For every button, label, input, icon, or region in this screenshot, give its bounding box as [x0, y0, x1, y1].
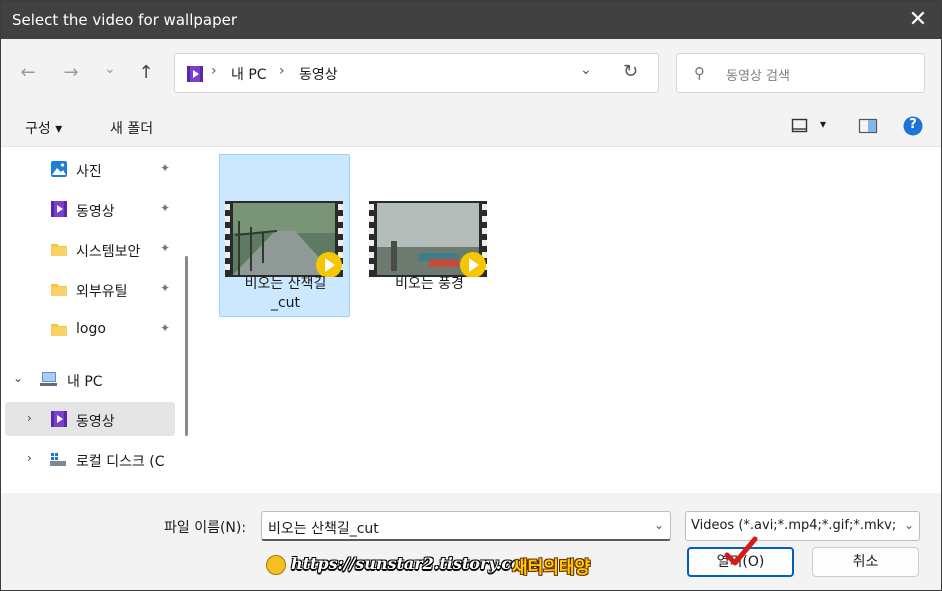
- cancel-button[interactable]: 취소: [812, 547, 919, 577]
- forward-arrow-icon[interactable]: →: [59, 61, 83, 85]
- expand-chevron-icon[interactable]: ›: [27, 411, 32, 425]
- breadcrumb-this-pc[interactable]: 내 PC: [231, 64, 267, 84]
- red-checkmark-icon: [724, 536, 758, 566]
- video-thumbnail-icon: [225, 201, 343, 277]
- folder-icon: [51, 244, 67, 256]
- pin-icon: ✦: [160, 281, 171, 295]
- computer-icon: [40, 372, 57, 386]
- dialog-footer: 파일 이름(N): 비오는 산책길_cut ⌄ Videos (*.avi;*.…: [1, 493, 941, 590]
- pin-icon: ✦: [160, 201, 171, 215]
- sidebar-scrollbar[interactable]: [185, 256, 188, 436]
- filetype-select[interactable]: Videos (*.avi;*.mp4;*.gif;*.mkv; ⌄: [685, 511, 920, 541]
- pin-icon: ✦: [160, 161, 171, 175]
- sidebar-item-pc-videos[interactable]: › 동영상: [5, 402, 175, 436]
- sidebar-item-label: 사진: [76, 164, 102, 180]
- title-bar: Select the video for wallpaper ✕: [1, 1, 941, 39]
- navigation-bar: ← → ⌄ ↑ › 내 PC › 동영상 ⌄ ↻ ⚲ 동영상 검색: [1, 39, 941, 105]
- sidebar-item-label: logo: [76, 321, 106, 337]
- watermark: https://sunstar2.tistory.com 새터의태양: [266, 553, 616, 578]
- back-arrow-icon[interactable]: ←: [16, 61, 40, 85]
- view-mode-icon[interactable]: [791, 117, 809, 135]
- file-name-line: _cut: [270, 295, 301, 311]
- video-thumbnail-icon: [369, 201, 487, 277]
- navigation-pane: 사진 ✦ 동영상 ✦ 시스템보안 ✦ 외부유틸 ✦ logo ✦ ⌄ 내 PC …: [1, 148, 191, 493]
- up-arrow-icon[interactable]: ↑: [134, 61, 158, 85]
- sidebar-item-label: 외부유틸: [76, 284, 128, 300]
- file-name: 비오는 풍경: [364, 275, 495, 294]
- sidebar-item-logo[interactable]: logo ✦: [5, 312, 175, 346]
- sidebar-item-label: 동영상: [76, 204, 115, 220]
- file-dialog-window: Select the video for wallpaper ✕ ← → ⌄ ↑…: [0, 0, 942, 591]
- expand-chevron-icon[interactable]: ›: [27, 451, 32, 465]
- breadcrumb-videos[interactable]: 동영상: [299, 64, 338, 84]
- new-folder-button[interactable]: 새 폴더: [110, 118, 153, 138]
- file-name-line: 비오는 풍경: [395, 276, 464, 292]
- pin-icon: ✦: [160, 321, 171, 335]
- sidebar-item-label: 내 PC: [67, 374, 103, 390]
- drive-icon: [50, 453, 66, 466]
- sidebar-item-photos[interactable]: 사진 ✦: [5, 152, 175, 186]
- videos-icon: [51, 201, 67, 217]
- search-box[interactable]: ⚲ 동영상 검색: [676, 53, 925, 93]
- search-icon: ⚲: [694, 64, 705, 82]
- search-placeholder: 동영상 검색: [726, 69, 790, 84]
- view-dropdown-chevron-icon[interactable]: ▾: [820, 117, 826, 131]
- sidebar-item-local-disk[interactable]: › 로컬 디스크 (C: [5, 442, 175, 476]
- file-name: 비오는 산책길 _cut: [220, 275, 351, 313]
- watermark-url: https://sunstar2.tistory.com: [291, 554, 539, 573]
- filetype-value: Videos (*.avi;*.mp4;*.gif;*.mkv;: [691, 518, 897, 533]
- filename-value: 비오는 산책길_cut: [268, 521, 379, 537]
- filetype-dropdown-chevron-icon[interactable]: ⌄: [903, 518, 914, 532]
- folder-icon: [51, 324, 67, 336]
- close-icon[interactable]: ✕: [903, 5, 933, 35]
- sidebar-item-system-security[interactable]: 시스템보안 ✦: [5, 232, 175, 266]
- preview-pane-icon[interactable]: [858, 117, 878, 135]
- smiley-icon: [266, 555, 286, 575]
- address-dropdown-chevron-icon[interactable]: ⌄: [580, 62, 592, 78]
- recent-locations-chevron-icon[interactable]: ⌄: [98, 57, 122, 81]
- refresh-icon[interactable]: ↻: [623, 61, 638, 82]
- sidebar-item-videos[interactable]: 동영상 ✦: [5, 192, 175, 226]
- file-tile[interactable]: 비오는 산책길 _cut: [219, 154, 350, 317]
- command-toolbar: 구성 ▾ 새 폴더 ▾ ?: [1, 105, 941, 147]
- address-bar[interactable]: › 내 PC › 동영상 ⌄ ↻: [174, 53, 659, 93]
- sidebar-item-label: 시스템보안: [76, 244, 141, 260]
- sidebar-item-external-utils[interactable]: 외부유틸 ✦: [5, 272, 175, 306]
- pin-icon: ✦: [160, 241, 171, 255]
- expand-chevron-icon[interactable]: ⌄: [13, 371, 23, 385]
- videos-icon: [51, 411, 67, 427]
- sidebar-item-label: 로컬 디스크 (C: [76, 454, 165, 470]
- videos-icon: [187, 66, 203, 82]
- breadcrumb-separator: ›: [279, 63, 285, 79]
- filename-input[interactable]: 비오는 산책길_cut ⌄: [261, 511, 671, 541]
- folder-icon: [51, 284, 67, 296]
- help-glyph: ?: [909, 117, 917, 132]
- sidebar-item-label: 동영상: [76, 414, 115, 430]
- breadcrumb-separator: ›: [211, 63, 217, 79]
- window-title: Select the video for wallpaper: [12, 11, 237, 29]
- filename-dropdown-chevron-icon[interactable]: ⌄: [654, 518, 664, 532]
- watermark-name: 새터의태양: [512, 558, 591, 578]
- sidebar-item-this-pc[interactable]: ⌄ 내 PC: [5, 362, 175, 396]
- photos-icon: [51, 161, 67, 177]
- file-name-line: 비오는 산책길: [244, 276, 327, 292]
- file-list: 비오는 산책길 _cut 비오는 풍경: [197, 148, 941, 493]
- file-tile[interactable]: 비오는 풍경: [363, 154, 494, 317]
- filename-label: 파일 이름(N):: [164, 520, 247, 536]
- organize-button[interactable]: 구성 ▾: [25, 118, 62, 138]
